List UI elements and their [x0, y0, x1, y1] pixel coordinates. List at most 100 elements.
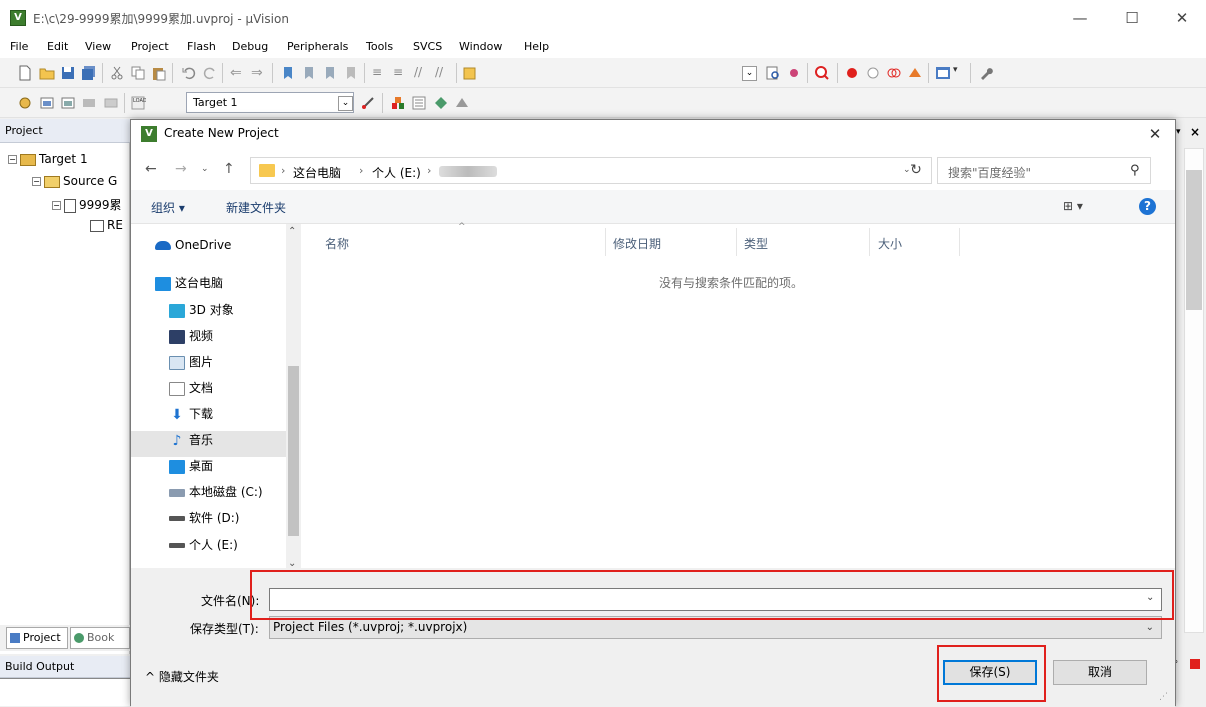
unindent-icon[interactable]: ≡	[393, 65, 409, 81]
window-layout-icon[interactable]	[935, 65, 951, 81]
clear-bookmarks-icon[interactable]	[343, 65, 359, 81]
up-arrow-icon[interactable]: ↑	[223, 161, 235, 177]
target-select[interactable]: Target 1	[186, 92, 354, 113]
translate-icon[interactable]	[17, 95, 33, 111]
save-all-icon[interactable]	[81, 65, 97, 81]
filename-dropdown-icon[interactable]: ⌄	[1146, 592, 1154, 603]
menu-window[interactable]: Window	[459, 40, 502, 53]
pane-close-red-icon[interactable]	[1190, 659, 1200, 669]
nav-item-pictures[interactable]: 图片	[169, 353, 213, 370]
find-icon[interactable]	[765, 65, 781, 81]
debug-session-icon[interactable]	[814, 65, 830, 81]
nav-item-videos[interactable]: 视频	[169, 327, 213, 344]
scroll-up-icon[interactable]: ⌃	[288, 226, 296, 237]
editor-scroll-thumb[interactable]	[1186, 170, 1202, 310]
column-name[interactable]: 名称	[325, 235, 349, 252]
menu-tools[interactable]: Tools	[366, 40, 393, 53]
pack-installer-icon[interactable]	[433, 95, 449, 111]
dialog-close-button[interactable]: ✕	[1143, 123, 1167, 145]
prev-bookmark-icon[interactable]	[301, 65, 317, 81]
menu-debug[interactable]: Debug	[232, 40, 268, 53]
paste-icon[interactable]	[151, 65, 167, 81]
manage-components-icon[interactable]	[390, 95, 406, 111]
cancel-button[interactable]: 取消	[1053, 660, 1147, 685]
new-file-icon[interactable]	[17, 65, 33, 81]
breakpoint-icon[interactable]	[844, 65, 860, 81]
pane-close-icon[interactable]: ×	[1190, 125, 1200, 139]
nav-item-desktop[interactable]: 桌面	[169, 457, 213, 474]
menu-flash[interactable]: Flash	[187, 40, 216, 53]
undo-icon[interactable]	[181, 65, 197, 81]
collapse-icon[interactable]: −	[52, 201, 61, 210]
recent-dropdown-icon[interactable]: ⌄	[201, 164, 209, 174]
breadcrumb-this-pc[interactable]: 这台电脑	[293, 164, 341, 181]
disable-breakpoint-icon[interactable]	[865, 65, 881, 81]
menu-view[interactable]: View	[85, 40, 111, 53]
menu-edit[interactable]: Edit	[47, 40, 68, 53]
save-button[interactable]: 保存(S)	[943, 660, 1037, 685]
stop-build-icon[interactable]	[103, 95, 119, 111]
nav-back-icon[interactable]: ⇐	[230, 65, 246, 81]
batch-build-icon[interactable]	[81, 95, 97, 111]
search-box[interactable]: 搜索"百度经验" ⚲	[937, 157, 1151, 184]
nav-item-music[interactable]: ♪ 音乐	[169, 431, 213, 448]
filetype-select[interactable]: Project Files (*.uvproj; *.uvprojx) ⌄	[269, 616, 1162, 639]
nav-item-this-pc[interactable]: 这台电脑	[155, 274, 223, 291]
column-modified-date[interactable]: 修改日期	[613, 235, 661, 252]
filetype-dropdown-icon[interactable]: ⌄	[1146, 617, 1154, 638]
kill-breakpoints-icon[interactable]	[886, 65, 902, 81]
copy-icon[interactable]	[130, 65, 146, 81]
pane-menu-icon[interactable]: ▾	[1176, 127, 1181, 137]
rebuild-icon[interactable]	[60, 95, 76, 111]
hide-folders-toggle[interactable]: ^ 隐藏文件夹	[145, 668, 219, 685]
minimize-button[interactable]: —	[1058, 4, 1102, 32]
menu-project[interactable]: Project	[131, 40, 169, 53]
nav-item-documents[interactable]: 文档	[169, 379, 213, 396]
tab-books[interactable]: Book	[70, 627, 130, 649]
resize-grip-icon[interactable]: ⋰	[1159, 692, 1168, 702]
download-icon[interactable]: LOAD	[130, 95, 146, 111]
maximize-button[interactable]: ☐	[1110, 4, 1154, 32]
new-folder-button[interactable]: 新建文件夹	[226, 199, 286, 216]
organize-button[interactable]: 组织 ▾	[151, 199, 185, 216]
nav-item-onedrive[interactable]: OneDrive	[155, 238, 231, 252]
nav-item-drive-d[interactable]: 软件 (D:)	[169, 509, 239, 526]
redo-icon[interactable]	[202, 65, 218, 81]
filename-input[interactable]	[270, 589, 1140, 610]
collapse-icon[interactable]: −	[32, 177, 41, 186]
incremental-find-icon[interactable]	[786, 65, 802, 81]
nav-item-downloads[interactable]: ⬇ 下载	[169, 405, 213, 422]
view-options-icon[interactable]: ⊞ ▾	[1063, 199, 1083, 213]
menu-svcs[interactable]: SVCS	[413, 40, 442, 53]
wrench-icon[interactable]	[978, 65, 994, 81]
refresh-icon[interactable]: ↻	[903, 157, 929, 184]
forward-arrow-icon[interactable]: →	[175, 161, 187, 177]
layout-dropdown-icon[interactable]: ▾	[953, 65, 969, 81]
search-icon[interactable]: ⚲	[1130, 163, 1140, 178]
find-in-files-icon[interactable]	[462, 65, 478, 81]
blurred-folder-name[interactable]	[439, 166, 497, 177]
menu-help[interactable]: Help	[524, 40, 549, 53]
nav-item-drive-c[interactable]: 本地磁盘 (C:)	[169, 483, 263, 500]
comment-icon[interactable]: //	[414, 65, 430, 81]
save-icon[interactable]	[60, 65, 76, 81]
cut-icon[interactable]	[109, 65, 125, 81]
tree-item-source-file[interactable]: − 9999累	[52, 196, 122, 213]
close-window-button[interactable]: ✕	[1160, 4, 1204, 32]
menu-peripherals[interactable]: Peripherals	[287, 40, 348, 53]
column-size[interactable]: 大小	[878, 235, 902, 252]
nav-forward-icon[interactable]: ⇒	[251, 65, 267, 81]
indent-icon[interactable]: ≡	[372, 65, 388, 81]
filename-field[interactable]: ⌄	[269, 588, 1162, 611]
rte-icon[interactable]	[454, 95, 470, 111]
nav-pane-scroll-thumb[interactable]	[288, 366, 299, 536]
open-folder-icon[interactable]	[39, 65, 55, 81]
collapse-icon[interactable]: −	[8, 155, 17, 164]
nav-item-3d-objects[interactable]: 3D 对象	[169, 301, 234, 318]
help-icon[interactable]: ?	[1139, 198, 1156, 215]
address-bar[interactable]: › 这台电脑 › 个人 (E:) › ⌄	[250, 157, 932, 184]
tab-project[interactable]: Project	[6, 627, 68, 649]
menu-file[interactable]: File	[10, 40, 28, 53]
uncomment-icon[interactable]: //	[435, 65, 451, 81]
build-icon[interactable]	[39, 95, 55, 111]
